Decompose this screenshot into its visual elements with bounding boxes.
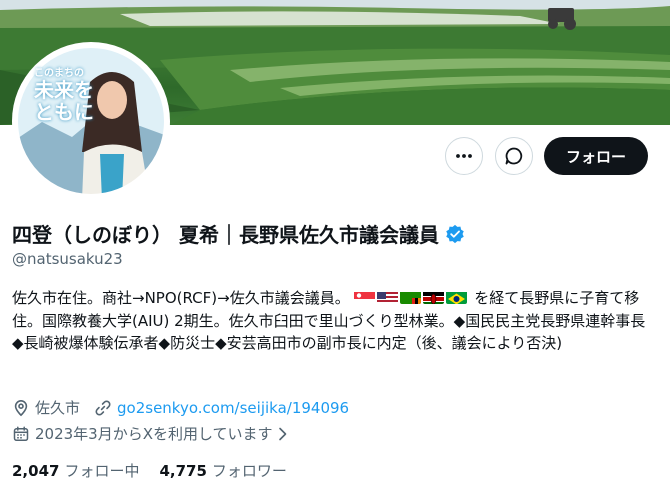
kenya-flag-icon bbox=[423, 290, 445, 304]
message-bubble-icon bbox=[505, 147, 523, 165]
location-text: 佐久市 bbox=[35, 399, 81, 417]
link-icon bbox=[95, 400, 111, 415]
zambia-flag-icon bbox=[400, 290, 422, 304]
verified-badge-icon[interactable] bbox=[445, 224, 465, 244]
followers-label: フォロワー bbox=[211, 462, 287, 480]
website-link[interactable]: go2senkyo.com/seijika/194096 bbox=[117, 399, 349, 417]
joined-date-text: 2023年3月からXを利用しています bbox=[35, 425, 273, 443]
brazil-flag-icon bbox=[446, 290, 468, 304]
followers-count: 4,775 bbox=[159, 462, 207, 480]
location-pin-icon bbox=[14, 399, 28, 416]
singapore-flag-icon bbox=[354, 290, 376, 304]
profile-bio: 佐久市在住。商社→NPO(RCF)→佐久市議会議員。 を経て長野県に子育て移住。… bbox=[12, 287, 658, 355]
calendar-icon bbox=[13, 426, 29, 441]
avatar-slogan-line2: 未来を bbox=[34, 78, 94, 102]
bio-text-part1: 佐久市在住。商社→NPO(RCF)→佐久市議会議員。 bbox=[12, 289, 350, 307]
profile-meta-row: 佐久市 go2senkyo.com/seijika/194096 bbox=[12, 397, 349, 418]
profile-avatar[interactable]: このまちの 未来を ともに bbox=[12, 42, 170, 200]
more-options-button[interactable] bbox=[445, 137, 483, 175]
more-dots-icon bbox=[456, 154, 472, 158]
follow-counts: 2,047 フォロー中 4,775 フォロワー bbox=[12, 460, 287, 481]
avatar-slogan-line3: ともに bbox=[34, 100, 94, 124]
usa-flag-icon bbox=[377, 290, 399, 304]
user-handle: @natsusaku23 bbox=[12, 250, 123, 268]
following-label: フォロー中 bbox=[64, 462, 140, 480]
follow-button[interactable]: フォロー bbox=[544, 137, 648, 175]
message-button[interactable] bbox=[495, 137, 533, 175]
chevron-right-icon bbox=[278, 427, 286, 440]
avatar-slogan: このまちの 未来を ともに bbox=[34, 68, 94, 123]
display-name-row: 四登（しのぼり） 夏希｜長野県佐久市議会議員 bbox=[12, 219, 465, 248]
display-name: 四登（しのぼり） 夏希｜長野県佐久市議会議員 bbox=[12, 223, 439, 247]
joined-date-row[interactable]: 2023年3月からXを利用しています bbox=[12, 423, 294, 444]
followers-link[interactable]: 4,775 フォロワー bbox=[159, 460, 286, 481]
following-count: 2,047 bbox=[12, 462, 60, 480]
following-link[interactable]: 2,047 フォロー中 bbox=[12, 460, 139, 481]
